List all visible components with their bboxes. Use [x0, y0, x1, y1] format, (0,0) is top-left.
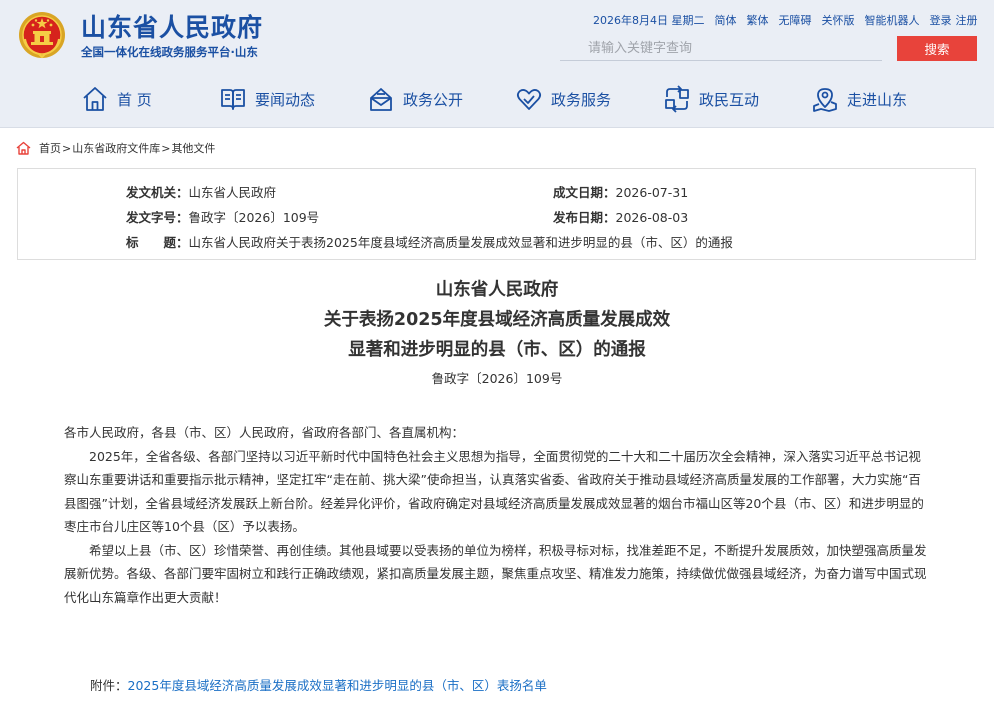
document-info-box: 发文机关：山东省人民政府 成文日期：2026-07-31 发文字号：鲁政字〔20… [17, 168, 976, 260]
nav-label-home: 首 页 [117, 90, 152, 109]
home-icon [16, 141, 31, 155]
title-row: 标 题：山东省人民政府关于表扬2025年度县域经济高质量发展成效显著和进步明显的… [126, 232, 733, 251]
care-mode-link[interactable]: 关怀版 [822, 12, 855, 28]
nav-item-about-shandong[interactable]: 走进山东 [811, 81, 907, 117]
date-published-value: 2026-08-03 [615, 210, 689, 225]
body-paragraph: 希望以上县（市、区）珍惜荣誉、再创佳绩。其他县域要以受表扬的单位为榜样，积极寻标… [64, 542, 927, 605]
nav-label-about-shandong: 走进山东 [847, 90, 908, 109]
mailbox-icon [370, 88, 392, 111]
register-link[interactable]: 注册 [956, 12, 978, 28]
nav-label-services: 政务服务 [551, 90, 612, 109]
document-body: 各市人民政府，各县（市、区）人民政府，省政府各部门、各直属机构： 2025年，全… [64, 421, 930, 609]
search-button[interactable]: 搜索 [897, 36, 977, 61]
document-title-line: 山东省人民政府 [435, 280, 559, 300]
breadcrumb-separator: > [62, 141, 72, 155]
national-emblem-icon[interactable] [17, 9, 67, 61]
document-title-line: 显著和进步明显的县（市、区）的通报 [348, 340, 646, 360]
nav-item-news[interactable]: 要闻动态 [219, 81, 315, 117]
attachment-label: 附件： [90, 678, 128, 693]
doc-number-label: 发文字号： [126, 210, 189, 225]
breadcrumb-other-files[interactable]: 其他文件 [171, 140, 215, 156]
breadcrumb-home[interactable]: 首页 [39, 140, 61, 156]
date-written-value: 2026-07-31 [615, 185, 689, 200]
title-label: 标 题： [126, 235, 189, 250]
body-paragraph: 2025年，全省各级、各部门坚持以习近平新时代中国特色社会主义思想为指导，全面贯… [64, 448, 924, 535]
book-icon [221, 89, 245, 110]
title-value: 山东省人民政府关于表扬2025年度县域经济高质量发展成效显著和进步明显的县（市、… [188, 235, 733, 250]
simplified-chinese-link[interactable]: 简体 [715, 12, 737, 28]
doc-number-value: 鲁政字〔2026〕109号 [188, 210, 320, 225]
site-subtitle: 全国一体化在线政务服务平台·山东 [81, 45, 258, 59]
document-number: 鲁政字〔2026〕109号 [431, 371, 563, 386]
date-written-row: 成文日期：2026-07-31 [553, 182, 688, 201]
top-utility-bar: 2026年8月4日 星期二 简体 繁体 无障碍 关怀版 智能机器人 登录 注册 [593, 12, 978, 28]
doc-number-row: 发文字号：鲁政字〔2026〕109号 [126, 207, 319, 226]
issuer-row: 发文机关：山东省人民政府 [126, 182, 276, 201]
issuer-value: 山东省人民政府 [188, 185, 277, 200]
home-icon [83, 87, 107, 111]
document-title: 山东省人民政府 关于表扬2025年度县域经济高质量发展成效 显著和进步明显的县（… [0, 275, 994, 365]
nav-item-interaction[interactable]: 政民互动 [663, 81, 759, 117]
site-header: 山东省人民政府 全国一体化在线政务服务平台·山东 2026年8月4日 星期二 简… [0, 0, 994, 128]
login-link[interactable]: 登录 [930, 12, 952, 28]
issuer-label: 发文机关： [126, 185, 189, 200]
breadcrumb-separator: > [161, 141, 171, 155]
nav-label-interaction: 政民互动 [699, 90, 760, 109]
breadcrumb-file-library[interactable]: 山东省政府文件库 [72, 140, 160, 156]
site-title[interactable]: 山东省人民政府 [81, 8, 263, 44]
nav-item-gov-affairs[interactable]: 政务公开 [367, 81, 463, 117]
heart-icon [516, 89, 542, 110]
location-pin-icon [813, 88, 837, 112]
attachment-link[interactable]: 2025年度县域经济高质量发展成效显著和进步明显的县（市、区）表扬名单 [128, 678, 547, 693]
current-date: 2026年8月4日 星期二 [593, 14, 705, 27]
interaction-icon [665, 85, 689, 113]
date-published-label: 发布日期： [553, 210, 616, 225]
attachment-line: 附件：2025年度县域经济高质量发展成效显著和进步明显的县（市、区）表扬名单 [90, 675, 547, 694]
traditional-chinese-link[interactable]: 繁体 [747, 12, 769, 28]
nav-item-services[interactable]: 政务服务 [515, 81, 611, 117]
nav-label-news: 要闻动态 [255, 90, 316, 109]
accessibility-link[interactable]: 无障碍 [779, 12, 812, 28]
nav-label-gov-affairs: 政务公开 [403, 90, 464, 109]
search-input[interactable] [560, 37, 882, 61]
date-written-label: 成文日期： [553, 185, 616, 200]
nav-item-home[interactable]: 首 页 [81, 81, 152, 117]
salutation: 各市人民政府，各县（市、区）人民政府，省政府各部门、各直属机构： [64, 425, 465, 440]
document-title-line: 关于表扬2025年度县域经济高质量发展成效 [323, 310, 671, 330]
smart-robot-link[interactable]: 智能机器人 [865, 12, 920, 28]
main-nav: 首 页 要闻动态 政务公开 政务服务 政民互动 走进山东 [0, 81, 994, 117]
date-published-row: 发布日期：2026-08-03 [553, 207, 688, 226]
breadcrumb: 首页 > 山东省政府文件库 > 其他文件 [16, 140, 215, 156]
